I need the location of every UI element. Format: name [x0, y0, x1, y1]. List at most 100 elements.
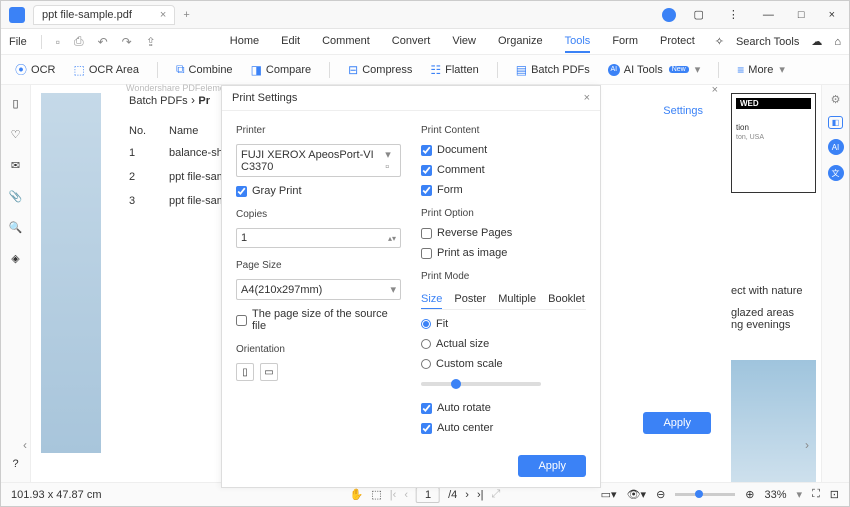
content-form-checkbox[interactable]: Form: [421, 184, 586, 196]
undo-icon[interactable]: ↶: [98, 35, 108, 49]
translate-icon[interactable]: 文: [828, 165, 844, 181]
close-tab-icon[interactable]: ×: [160, 9, 166, 21]
minimize-icon[interactable]: —: [757, 7, 780, 23]
reverse-pages-checkbox[interactable]: Reverse Pages: [421, 227, 586, 239]
panel-icon[interactable]: ▢: [688, 6, 710, 23]
document-tab[interactable]: ppt file-sample.pdf ×: [33, 5, 175, 25]
tab-multiple[interactable]: Multiple: [498, 290, 536, 309]
prev-page-icon[interactable]: ‹: [404, 489, 408, 501]
printer-select[interactable]: FUJI XEROX ApeosPort-VI C3370▾ ▫: [236, 144, 401, 177]
cloud-icon[interactable]: ☁: [811, 35, 822, 48]
save-icon[interactable]: ▫: [56, 35, 60, 49]
scale-slider[interactable]: [421, 382, 541, 386]
tab-size[interactable]: Size: [421, 290, 442, 309]
compare-button[interactable]: ◨Compare: [251, 63, 312, 77]
next-page-nav-icon[interactable]: ›: [805, 438, 819, 452]
content-comment-checkbox[interactable]: Comment: [421, 164, 586, 176]
ai-tools-button[interactable]: AIAI ToolsNew▾: [608, 63, 700, 76]
comment-panel-icon[interactable]: ✉: [11, 159, 20, 172]
maximize-icon[interactable]: □: [792, 7, 811, 23]
orientation-label: Orientation: [236, 344, 401, 355]
user-avatar-icon[interactable]: [662, 8, 676, 22]
landscape-button[interactable]: ▭: [260, 363, 278, 381]
search-icon[interactable]: 🔍: [9, 221, 23, 234]
bookmark-icon[interactable]: ♡: [11, 128, 21, 141]
flatten-button[interactable]: ☷Flatten: [430, 63, 478, 77]
page-size-select[interactable]: A4(210x297mm)▾: [236, 279, 401, 300]
batch-pdfs-button[interactable]: ▤Batch PDFs: [516, 63, 590, 77]
title-bar: ppt file-sample.pdf × + ▢ ⋮ — □ ×: [1, 1, 849, 29]
share-icon[interactable]: ⇪: [146, 35, 156, 49]
panel-close-icon[interactable]: ×: [712, 84, 718, 96]
fit-radio[interactable]: Fit: [421, 318, 586, 330]
layers-icon[interactable]: ◈: [11, 252, 19, 265]
page-number-input[interactable]: 1: [416, 487, 440, 503]
next-page-icon[interactable]: ›: [465, 489, 469, 501]
menu-protect[interactable]: Protect: [660, 31, 695, 53]
view-mode-icon[interactable]: ▭▾: [601, 488, 617, 501]
ocr-button[interactable]: ⦿OCR: [15, 61, 55, 78]
zoom-out-icon[interactable]: ⊖: [656, 488, 665, 501]
menu-organize[interactable]: Organize: [498, 31, 543, 53]
fullscreen-icon[interactable]: ⊡: [830, 488, 839, 501]
chevron-down-icon[interactable]: ▾: [797, 488, 803, 501]
actual-size-radio[interactable]: Actual size: [421, 338, 586, 350]
dialog-apply-button[interactable]: Apply: [518, 455, 586, 477]
print-content-label: Print Content: [421, 125, 586, 136]
more-button[interactable]: ≡More▾: [737, 63, 785, 77]
spinner-icon[interactable]: ▴▾: [388, 234, 396, 243]
zoom-slider[interactable]: [675, 493, 735, 496]
sliders-icon[interactable]: ⚙: [831, 93, 841, 106]
dialog-close-icon[interactable]: ×: [584, 92, 590, 104]
right-rail: ⚙ ◧ AI 文: [821, 85, 849, 482]
new-tab-icon[interactable]: +: [183, 9, 189, 21]
menu-convert[interactable]: Convert: [392, 31, 431, 53]
zoom-level[interactable]: 33%: [765, 489, 787, 501]
gray-print-checkbox[interactable]: Gray Print: [236, 185, 401, 197]
panel-apply-button[interactable]: Apply: [643, 412, 711, 434]
resize-icon[interactable]: ⤢: [492, 488, 501, 501]
help-icon[interactable]: ?: [12, 458, 18, 470]
thumbnails-icon[interactable]: ▯: [12, 97, 18, 110]
combine-button[interactable]: ⧉Combine: [176, 62, 233, 77]
content-document-checkbox[interactable]: Document: [421, 144, 586, 156]
home-icon[interactable]: ⌂: [834, 36, 841, 48]
zoom-in-icon[interactable]: ⊕: [745, 488, 754, 501]
kebab-icon[interactable]: ⋮: [722, 6, 745, 23]
tab-booklet[interactable]: Booklet: [548, 290, 585, 309]
copies-input[interactable]: 1▴▾: [236, 228, 401, 248]
ocr-area-button[interactable]: ⬚OCR Area: [73, 63, 138, 77]
menu-home[interactable]: Home: [230, 31, 259, 53]
file-menu[interactable]: File: [9, 36, 27, 48]
portrait-button[interactable]: ▯: [236, 363, 254, 381]
compress-button[interactable]: ⊟Compress: [348, 63, 412, 77]
ai-sidebar-icon[interactable]: AI: [828, 139, 844, 155]
wand-icon[interactable]: ✧: [715, 35, 724, 48]
menu-comment[interactable]: Comment: [322, 31, 370, 53]
read-mode-icon[interactable]: 👁▾: [627, 488, 647, 501]
menu-form[interactable]: Form: [612, 31, 638, 53]
print-as-image-checkbox[interactable]: Print as image: [421, 247, 586, 259]
first-page-icon[interactable]: |‹: [390, 489, 397, 501]
fit-width-icon[interactable]: ⛶: [812, 488, 820, 501]
print-icon[interactable]: ⎙: [74, 34, 84, 49]
menu-tools[interactable]: Tools: [565, 31, 591, 53]
hand-tool-icon[interactable]: ✋: [350, 488, 364, 501]
auto-rotate-checkbox[interactable]: Auto rotate: [421, 402, 586, 414]
attachment-icon[interactable]: 📎: [9, 190, 23, 203]
compare-icon: ◨: [251, 63, 262, 77]
search-tools[interactable]: Search Tools: [736, 36, 799, 48]
toggle-rail-icon[interactable]: ◧: [828, 116, 844, 129]
auto-center-checkbox[interactable]: Auto center: [421, 422, 586, 434]
select-tool-icon[interactable]: ⬚: [371, 488, 381, 501]
close-window-icon[interactable]: ×: [823, 7, 841, 23]
menu-view[interactable]: View: [452, 31, 476, 53]
custom-scale-radio[interactable]: Custom scale: [421, 358, 586, 370]
tab-poster[interactable]: Poster: [454, 290, 486, 309]
redo-icon[interactable]: ↷: [122, 35, 132, 49]
source-file-size-checkbox[interactable]: The page size of the source file: [236, 308, 401, 332]
prev-page-nav-icon[interactable]: ‹: [23, 438, 37, 452]
menu-edit[interactable]: Edit: [281, 31, 300, 53]
last-page-icon[interactable]: ›|: [477, 489, 484, 501]
settings-link[interactable]: Settings: [663, 105, 703, 117]
